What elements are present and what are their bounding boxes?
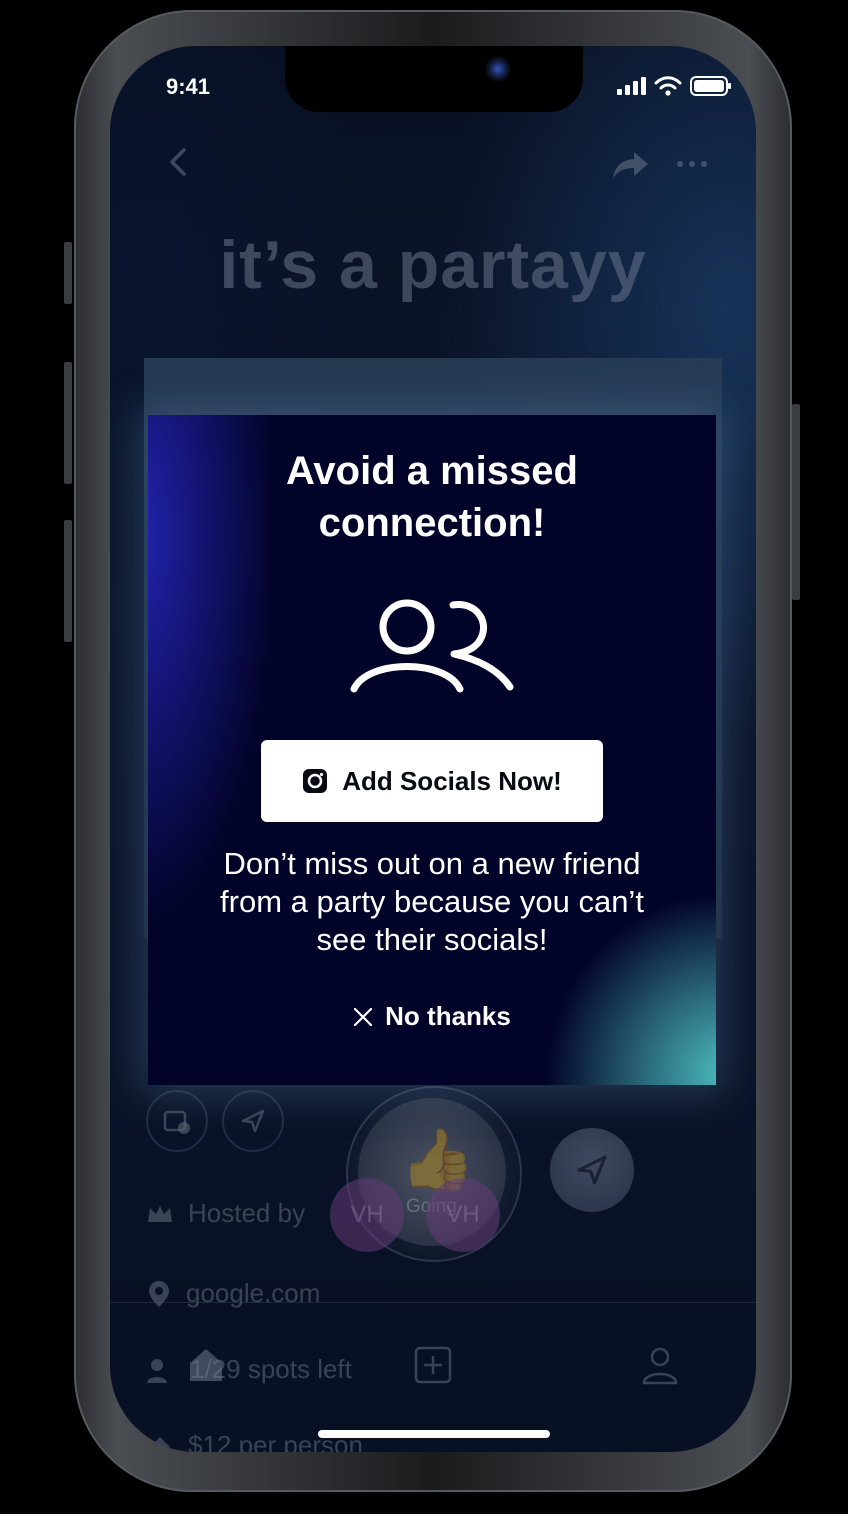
modal-title-line: Avoid a missed	[286, 449, 578, 493]
wifi-icon	[654, 76, 682, 96]
socials-modal: Avoid a missed connection! Add Socials N…	[148, 415, 716, 1085]
home-indicator[interactable]	[318, 1430, 550, 1438]
mute-switch	[64, 242, 72, 304]
battery-icon	[690, 76, 731, 96]
no-thanks-label: No thanks	[385, 1001, 511, 1031]
close-icon	[354, 1007, 373, 1026]
modal-body-line: Don’t miss out on a new friend	[223, 846, 641, 881]
power-button	[792, 404, 800, 600]
no-thanks-button[interactable]: No thanks	[148, 1001, 716, 1032]
people-icon	[350, 599, 514, 693]
volume-up-button	[64, 362, 72, 484]
signal-icon	[617, 77, 646, 95]
screen: it’s a partayy 👍 Going VH VH Hosted by g…	[110, 46, 756, 1452]
modal-title-line: connection!	[318, 501, 546, 545]
modal-body: Don’t miss out on a new friend from a pa…	[188, 845, 676, 959]
status-icons	[616, 76, 732, 96]
status-time: 9:41	[166, 74, 211, 99]
instagram-icon	[303, 769, 328, 793]
front-camera	[485, 56, 511, 82]
volume-down-button	[64, 520, 72, 642]
add-socials-label: Add Socials Now!	[342, 765, 562, 796]
modal-body-line: from a party because you can’t	[220, 884, 644, 919]
modal-body-line: see their socials!	[316, 922, 548, 957]
modal-title: Avoid a missed connection!	[148, 445, 716, 549]
add-socials-button[interactable]: Add Socials Now!	[261, 740, 603, 822]
notch	[285, 46, 583, 112]
